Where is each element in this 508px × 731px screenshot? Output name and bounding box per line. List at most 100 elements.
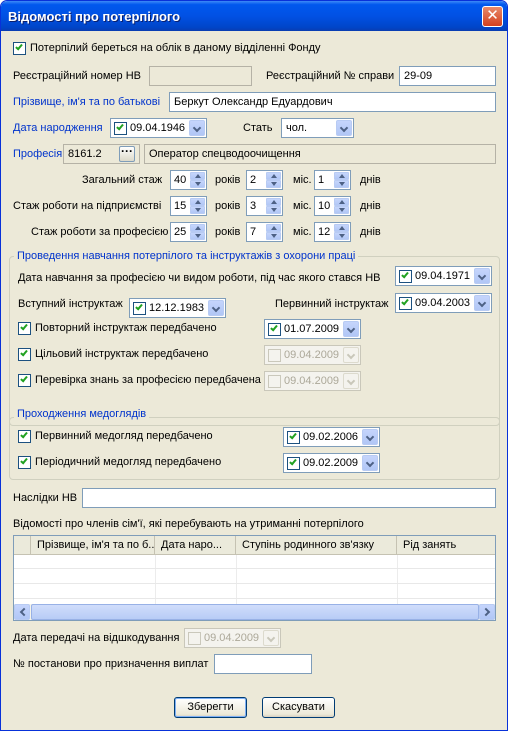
consequences-field[interactable] <box>82 488 496 508</box>
primary-exam-picker[interactable]: 09.02.2006 <box>283 427 380 447</box>
exp-profession-days[interactable]: 12 <box>314 222 351 242</box>
spin-up-button[interactable] <box>266 224 281 232</box>
exp-total-days[interactable]: 1 <box>314 170 351 190</box>
table-row[interactable] <box>14 570 495 584</box>
reg-number-field[interactable] <box>149 66 252 86</box>
exp-enterprise-days[interactable]: 10 <box>314 196 351 216</box>
primary-briefing-picker[interactable]: 09.04.2003 <box>395 293 492 313</box>
full-name-field[interactable]: Беркут Олександр Едуардович <box>169 92 496 112</box>
primary-exam-label: Первинний медогляд передбачено <box>35 430 213 442</box>
spin-up-button[interactable] <box>266 198 281 206</box>
dropdown-button[interactable] <box>208 300 224 316</box>
training-date-checkbox[interactable] <box>399 270 412 283</box>
training-group-title: Проведення навчання потерпілого та інстр… <box>14 249 359 263</box>
profession-lookup-button[interactable]: ··· <box>119 145 135 162</box>
column-header[interactable]: Прізвище, ім'я та по б... <box>31 536 155 555</box>
spin-up-button[interactable] <box>190 172 205 180</box>
spin-down-button[interactable] <box>334 180 349 188</box>
column-header[interactable]: Дата наро... <box>155 536 236 555</box>
intro-briefing-checkbox[interactable] <box>133 302 146 315</box>
target-briefing-checkbox[interactable] <box>18 348 31 361</box>
spin-up-button[interactable] <box>266 172 281 180</box>
dropdown-button[interactable] <box>263 630 279 646</box>
dropdown-button[interactable] <box>343 373 359 389</box>
checkmark-icon <box>20 322 28 331</box>
cancel-button[interactable]: Скасувати <box>262 697 335 718</box>
save-button[interactable]: Зберегти <box>174 697 247 718</box>
title-bar[interactable]: Відомості про потерпілого ✕ <box>1 1 507 31</box>
target-briefing-picker[interactable]: 09.04.2009 <box>264 345 361 365</box>
transfer-date-picker[interactable]: 09.04.2009 <box>184 628 281 648</box>
spin-down-button[interactable] <box>334 232 349 240</box>
exp-enterprise-years[interactable]: 15 <box>170 196 207 216</box>
periodic-exam-date-checkbox[interactable] <box>287 457 300 470</box>
checkmark-icon <box>135 302 143 311</box>
repeat-briefing-picker[interactable]: 01.07.2009 <box>264 319 361 339</box>
dropdown-button[interactable] <box>189 120 205 136</box>
spin-down-button[interactable] <box>334 206 349 214</box>
spin-up-button[interactable] <box>334 224 349 232</box>
knowledge-check-picker[interactable]: 09.04.2009 <box>264 371 361 391</box>
spin-up-button[interactable] <box>190 224 205 232</box>
repeat-briefing-label: Повторний інструктаж передбачено <box>35 322 217 334</box>
arrow-down-icon <box>195 234 201 238</box>
spin-up-button[interactable] <box>334 172 349 180</box>
column-header[interactable]: Рід занять <box>397 536 495 555</box>
primary-briefing-checkbox[interactable] <box>399 297 412 310</box>
checkmark-icon <box>270 323 278 332</box>
intro-briefing-picker[interactable]: 12.12.1983 <box>129 298 226 318</box>
dropdown-button[interactable] <box>474 268 490 284</box>
birth-date-checkbox[interactable] <box>114 122 127 135</box>
periodic-exam-picker[interactable]: 09.02.2009 <box>283 453 380 473</box>
chevron-down-icon <box>477 271 487 281</box>
spin-down-button[interactable] <box>266 180 281 188</box>
spin-down-button[interactable] <box>190 180 205 188</box>
spin-down-button[interactable] <box>190 232 205 240</box>
spin-up-button[interactable] <box>190 198 205 206</box>
scroll-right-button[interactable] <box>479 604 495 620</box>
exp-profession-months[interactable]: 7 <box>246 222 283 242</box>
primary-exam-checkbox[interactable] <box>18 430 31 443</box>
repeat-briefing-checkbox[interactable] <box>18 322 31 335</box>
spin-down-button[interactable] <box>190 206 205 214</box>
scroll-left-button[interactable] <box>14 604 30 620</box>
dropdown-button[interactable] <box>336 120 352 136</box>
dropdown-button[interactable] <box>343 347 359 363</box>
exp-total-years[interactable]: 40 <box>170 170 207 190</box>
transfer-date-checkbox[interactable] <box>188 632 201 645</box>
birth-date-label[interactable]: Дата народження <box>13 121 103 135</box>
resolution-number-field[interactable] <box>214 654 312 674</box>
exp-enterprise-months[interactable]: 3 <box>246 196 283 216</box>
profession-label[interactable]: Професія <box>13 147 62 161</box>
spin-up-button[interactable] <box>334 198 349 206</box>
birth-date-picker[interactable]: 09.04.1946 <box>110 118 207 138</box>
gender-select[interactable]: чол. <box>281 118 354 138</box>
repeat-briefing-date-checkbox[interactable] <box>268 323 281 336</box>
exp-profession-years[interactable]: 25 <box>170 222 207 242</box>
column-header[interactable]: Ступінь родинного зв'язку <box>236 536 397 555</box>
knowledge-check-checkbox[interactable] <box>18 374 31 387</box>
spin-down-button[interactable] <box>266 206 281 214</box>
case-number-field[interactable]: 29-09 <box>399 66 496 86</box>
periodic-exam-checkbox[interactable] <box>18 456 31 469</box>
spin-down-button[interactable] <box>266 232 281 240</box>
registered-checkbox[interactable] <box>13 42 26 55</box>
full-name-label[interactable]: Прізвище, ім'я та по батькові <box>13 95 160 109</box>
close-button[interactable]: ✕ <box>482 6 503 27</box>
table-row[interactable] <box>14 555 495 569</box>
primary-exam-date-checkbox[interactable] <box>287 431 300 444</box>
dropdown-button[interactable] <box>362 429 378 445</box>
dropdown-button[interactable] <box>362 455 378 471</box>
family-table[interactable]: Прізвище, ім'я та по б... Дата наро... С… <box>13 535 496 621</box>
training-date-picker[interactable]: 09.04.1971 <box>395 266 492 286</box>
scroll-thumb[interactable] <box>31 604 479 620</box>
chevron-down-icon <box>346 376 356 386</box>
dropdown-button[interactable] <box>474 295 490 311</box>
target-briefing-date-checkbox[interactable] <box>268 349 281 362</box>
horizontal-scrollbar[interactable] <box>14 604 495 620</box>
exp-total-months[interactable]: 2 <box>246 170 283 190</box>
table-row[interactable] <box>14 585 495 599</box>
profession-name-field[interactable]: Оператор спецводоочищення <box>144 144 496 164</box>
dropdown-button[interactable] <box>343 321 359 337</box>
knowledge-check-date-checkbox[interactable] <box>268 375 281 388</box>
